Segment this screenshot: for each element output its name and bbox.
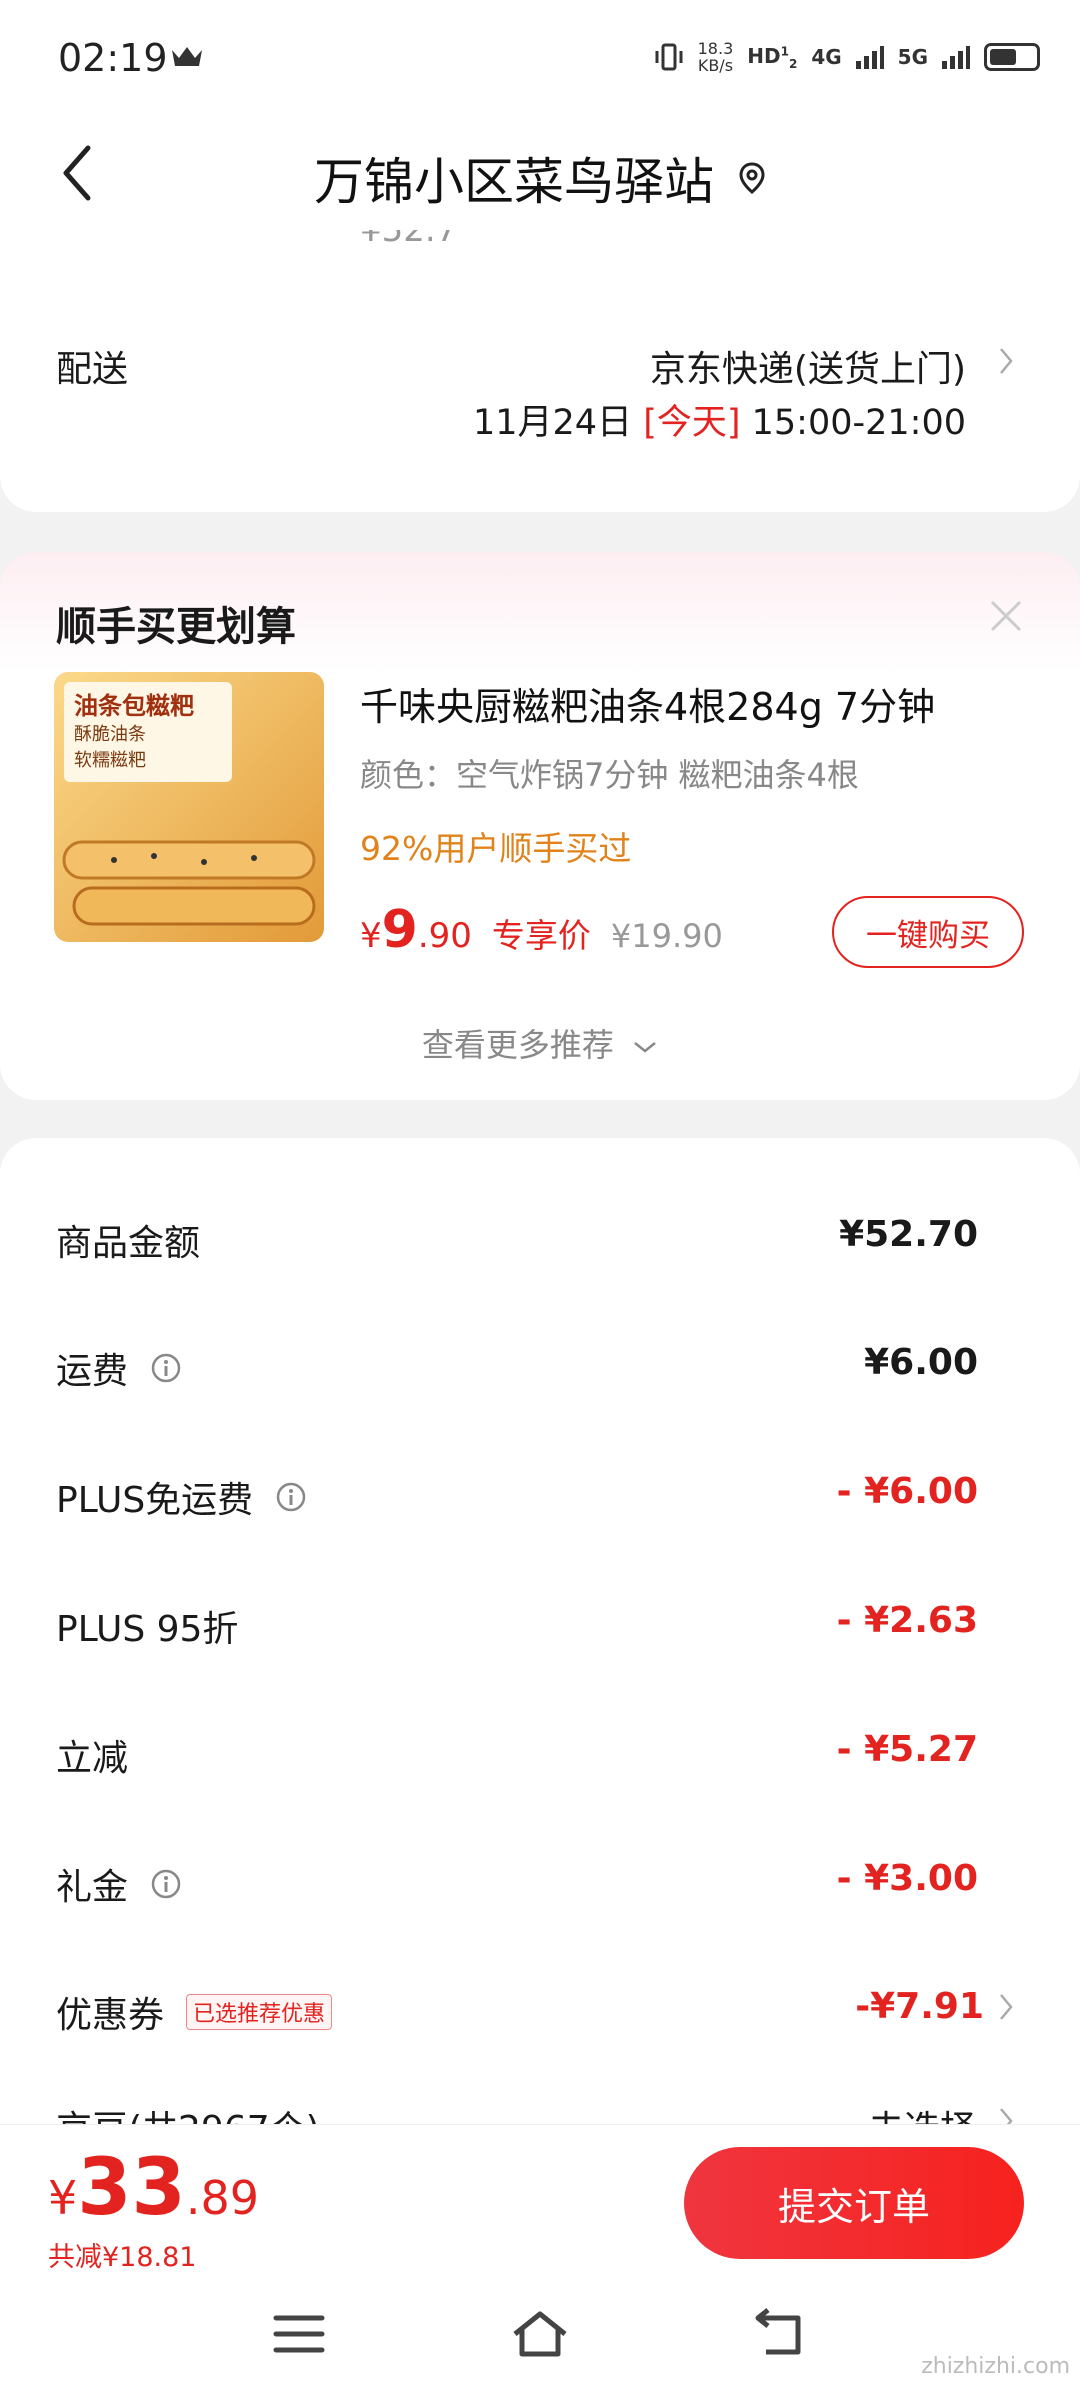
total-saved: 共减¥18.81	[48, 2242, 197, 2273]
top-bar: 万锦小区菜鸟驿站	[0, 118, 1080, 230]
recommended-discount-badge: 已选推荐优惠	[186, 1994, 333, 2030]
watermark: zhizhizhi.com	[921, 2354, 1070, 2379]
status-bar: 02:19 18.3 KB/s HD12 4G 5G	[0, 0, 1080, 118]
delivery-time[interactable]: 11月24日 [今天] 15:00-21:00	[473, 394, 966, 445]
signal-icon	[942, 46, 970, 69]
exclusive-price-tag: 专享价	[491, 916, 591, 955]
submit-order-button[interactable]: 提交订单	[684, 2147, 1024, 2259]
chevron-right-icon[interactable]	[998, 346, 1014, 376]
battery-icon	[984, 43, 1040, 71]
delivery-label: 配送	[56, 349, 129, 390]
back-icon[interactable]	[56, 138, 100, 208]
network-4g: 4G	[811, 45, 842, 69]
product-spec: 颜色：空气炸锅7分钟 糍粑油条4根	[360, 756, 859, 794]
net-speed: 18.3 KB/s	[697, 39, 734, 75]
delivery-card: ¥52.7 配送 京东快递(送货上门) 11月24日 [今天] 15:00-21…	[0, 230, 1080, 512]
product-image[interactable]: 油条包糍粑 酥脆油条 软糯糍粑	[54, 672, 324, 942]
one-click-buy-button[interactable]: 一键购买	[832, 896, 1024, 968]
product-image-label: 油条包糍粑 酥脆油条 软糯糍粑	[64, 682, 232, 782]
info-icon[interactable]	[150, 1352, 182, 1384]
product-price: ¥9.90 专享价 ¥19.90	[360, 900, 723, 960]
back-gesture-icon[interactable]	[752, 2308, 808, 2360]
summary-row-plus-free-shipping: PLUS免运费 - ¥6.00	[56, 1471, 978, 1521]
product-name[interactable]: 千味央厨糍粑油条4根284g 7分钟	[360, 676, 935, 731]
total-price: ¥33.89	[48, 2143, 259, 2233]
close-icon[interactable]	[988, 598, 1024, 634]
page-title: 万锦小区菜鸟驿站	[0, 142, 1080, 214]
summary-row-instant-discount: 立减 - ¥5.27	[56, 1729, 978, 1779]
recommendation-title: 顺手买更划算	[56, 604, 296, 650]
menu-icon[interactable]	[272, 2312, 326, 2356]
summary-row-coupon[interactable]: 优惠券 已选推荐优惠 -¥7.91	[0, 1986, 1080, 2066]
buyers-ratio: 92%用户顺手买过	[360, 829, 632, 868]
summary-row-gift-money: 礼金 - ¥3.00	[56, 1858, 978, 1908]
vibrate-icon	[655, 43, 683, 71]
hd-indicator: HD12	[747, 43, 798, 71]
original-price: ¥19.90	[610, 917, 723, 955]
location-pin-icon	[739, 162, 765, 194]
partial-price: ¥52.7	[360, 230, 458, 250]
order-summary-card: 商品金额 ¥52.70 运费 ¥6.00 PLUS免运费 - ¥6.00 PLU…	[0, 1138, 1080, 2138]
system-nav-bar: zhizhizhi.com	[0, 2272, 1080, 2400]
network-5g: 5G	[897, 45, 928, 69]
checkout-bar: ¥33.89 共减¥18.81 提交订单	[0, 2124, 1080, 2273]
delivery-method[interactable]: 京东快递(送货上门)	[650, 340, 966, 392]
info-icon[interactable]	[275, 1481, 307, 1513]
info-icon[interactable]	[150, 1868, 182, 1900]
summary-row-shipping: 运费 ¥6.00	[56, 1342, 978, 1392]
more-recommendations-link[interactable]: 查看更多推荐	[0, 1020, 1080, 1066]
home-icon[interactable]	[510, 2308, 570, 2360]
chevron-down-icon	[634, 1042, 656, 1053]
signal-icon	[855, 46, 884, 69]
status-icons: 18.3 KB/s HD12 4G 5G	[654, 40, 1040, 74]
fried-dough-illustration	[62, 840, 316, 926]
clock: 02:19	[58, 36, 168, 80]
today-tag: [今天]	[643, 403, 741, 443]
summary-row-plus-discount: PLUS 95折 - ¥2.63	[56, 1600, 978, 1650]
recommendation-card: 顺手买更划算 油条包糍粑 酥脆油条 软糯糍粑 千味央厨糍粑油条4根284g 7分…	[0, 552, 1080, 1100]
crown-icon	[172, 47, 202, 66]
chevron-right-icon[interactable]	[998, 1992, 1014, 2022]
summary-row-goods-amount: 商品金额 ¥52.70	[56, 1214, 978, 1264]
